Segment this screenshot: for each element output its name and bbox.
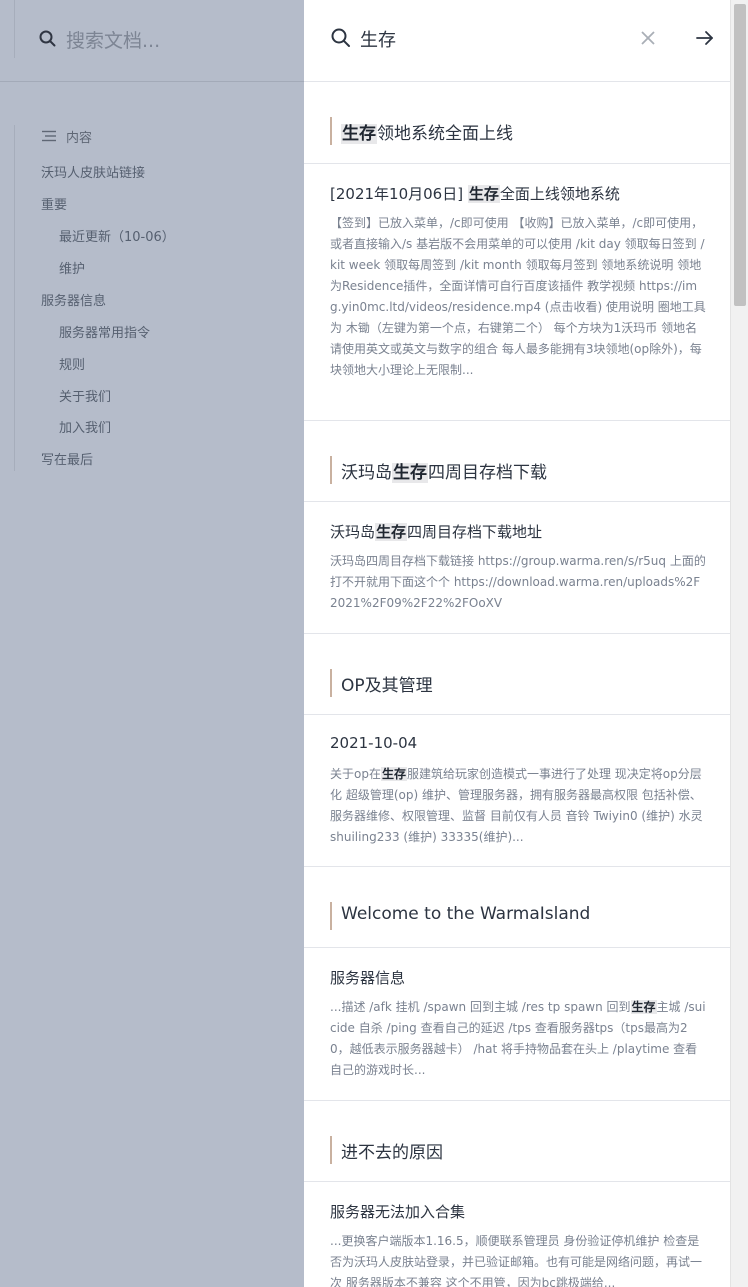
- toc-item-maintenance[interactable]: 维护: [59, 258, 85, 277]
- toc-item-final-words[interactable]: 写在最后: [41, 449, 93, 468]
- sidebar-search[interactable]: 搜索文档...: [0, 0, 304, 82]
- group-accent-bar: [330, 117, 332, 145]
- group-title: 进不去的原因: [341, 1143, 443, 1163]
- result-title[interactable]: 服务器无法加入合集: [330, 1201, 465, 1222]
- group-title: Welcome to the WarmaIsland: [341, 904, 591, 924]
- toc-item-join[interactable]: 加入我们: [59, 417, 111, 436]
- result-title[interactable]: 2021-10-04: [330, 734, 417, 752]
- sidebar-divider: [14, 0, 15, 58]
- search-result[interactable]: 服务器信息 ...描述 /afk 挂机 /spawn 回到主城 /res tp …: [304, 948, 730, 1100]
- toc-item-commands[interactable]: 服务器常用指令: [59, 322, 150, 341]
- search-result[interactable]: [2021年10月06日] 生存全面上线领地系统 【签到】已放入菜单，/c即可使…: [304, 164, 730, 420]
- scrollbar-thumb[interactable]: [734, 4, 746, 306]
- search-input[interactable]: 生存: [360, 26, 396, 52]
- result-snippet: ...描述 /afk 挂机 /spawn 回到主城 /res tp spawn …: [330, 1000, 706, 1077]
- toc-header: 内容: [42, 126, 92, 146]
- search-panel: 生存 生存领地系统全面上线 [2021年10月06日] 生存全面上线领地系统 【…: [304, 0, 730, 1287]
- result-group-header: OP及其管理: [304, 633, 730, 715]
- search-result[interactable]: 服务器无法加入合集 ...更换客户端版本1.16.5，顺便联系管理员 身份验证停…: [304, 1182, 730, 1287]
- search-result[interactable]: 沃玛岛生存四周目存档下载地址 沃玛岛四周目存档下载链接 https://grou…: [304, 502, 730, 633]
- result-group-header: 进不去的原因: [304, 1100, 730, 1182]
- result-group-header: 沃玛岛生存四周目存档下载: [304, 420, 730, 502]
- list-icon: [42, 130, 56, 142]
- toc-title: 内容: [66, 130, 93, 146]
- group-title: 生存领地系统全面上线: [341, 124, 513, 144]
- toc-item-important[interactable]: 重要: [41, 194, 67, 213]
- result-snippet: 关于op在生存服建筑给玩家创造模式一事进行了处理 现决定将op分层化 超级管理(…: [330, 767, 703, 844]
- arrow-right-icon[interactable]: [694, 27, 716, 49]
- clear-icon[interactable]: [638, 28, 658, 48]
- group-accent-bar: [330, 902, 332, 930]
- search-result[interactable]: 2021-10-04 关于op在生存服建筑给玩家创造模式一事进行了处理 现决定将…: [304, 715, 730, 866]
- toc-item-server-info[interactable]: 服务器信息: [41, 290, 106, 309]
- group-accent-bar: [330, 1136, 332, 1164]
- toc-item-skin-site[interactable]: 沃玛人皮肤站链接: [41, 162, 145, 181]
- group-accent-bar: [330, 669, 332, 697]
- group-title: OP及其管理: [341, 676, 433, 696]
- result-snippet: 【签到】已放入菜单，/c即可使用 【收购】已放入菜单，/c即可使用，或者直接输入…: [330, 216, 706, 377]
- toc-item-rules[interactable]: 规则: [59, 354, 85, 373]
- result-title[interactable]: 服务器信息: [330, 967, 405, 988]
- toc-item-recent-update[interactable]: 最近更新（10-06）: [59, 226, 175, 245]
- search-bar: 生存: [304, 0, 730, 82]
- result-group-header: Welcome to the WarmaIsland: [304, 866, 730, 948]
- result-title[interactable]: 沃玛岛生存四周目存档下载地址: [330, 521, 542, 542]
- toc-line: [14, 125, 15, 471]
- result-group-header: 生存领地系统全面上线: [304, 82, 730, 164]
- result-title[interactable]: [2021年10月06日] 生存全面上线领地系统: [330, 183, 620, 204]
- result-snippet: ...更换客户端版本1.16.5，顺便联系管理员 身份验证停机维护 检查是否为沃…: [330, 1234, 703, 1287]
- search-icon: [39, 30, 56, 47]
- group-accent-bar: [330, 456, 332, 484]
- sidebar-search-placeholder[interactable]: 搜索文档...: [66, 26, 160, 53]
- sidebar: 搜索文档... 内容 沃玛人皮肤站链接 重要 最近更新（10-06） 维护 服务…: [0, 0, 304, 1287]
- group-title: 沃玛岛生存四周目存档下载: [341, 463, 547, 483]
- search-icon: [331, 28, 350, 47]
- toc-item-about[interactable]: 关于我们: [59, 386, 111, 405]
- result-snippet: 沃玛岛四周目存档下载链接 https://group.warma.ren/s/r…: [330, 554, 706, 610]
- scrollbar[interactable]: [730, 0, 748, 1287]
